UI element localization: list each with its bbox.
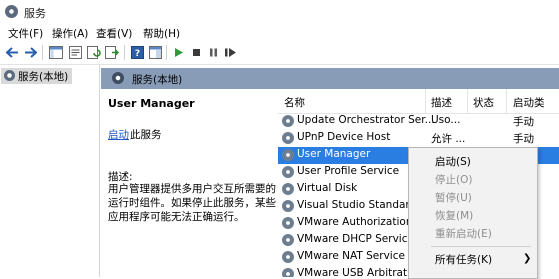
pane-title: 服务(本地) <box>132 74 183 86</box>
context-menu-stop: 停止(O) <box>435 174 473 186</box>
service-gear-icon <box>282 251 294 263</box>
service-name: Virtual Disk <box>297 182 358 194</box>
start-service-link[interactable]: 启动 <box>108 127 129 142</box>
service-gear-icon <box>282 183 294 195</box>
service-name: VMware DHCP Service <box>297 233 414 245</box>
service-name: User Manager <box>297 148 371 160</box>
tree-item-label: 服务(本地) <box>18 71 69 83</box>
column-name[interactable]: 名称 <box>284 95 305 110</box>
toolbar-divider <box>166 45 167 60</box>
context-menu-divider <box>431 246 531 247</box>
console-tree-icon[interactable] <box>48 45 63 60</box>
service-row[interactable]: Update Orchestrator Ser... Uso... 手动 <box>278 113 559 130</box>
service-name: VMware USB Arbitratio <box>297 267 417 277</box>
toolbar: ? <box>0 41 559 65</box>
window-title: 服务 <box>24 7 46 20</box>
refresh-icon[interactable] <box>86 45 101 60</box>
context-menu-pause: 暂停(U) <box>435 192 472 204</box>
service-row[interactable]: UPnP Device Host 允许 ... 手动 <box>278 130 559 147</box>
show-hide-icon[interactable] <box>148 45 163 60</box>
service-name: UPnP Device Host <box>297 131 391 143</box>
context-menu-restart: 重新启动(E) <box>435 228 492 240</box>
help-icon[interactable]: ? <box>130 45 145 60</box>
menu-file[interactable]: 文件(F) <box>8 26 43 41</box>
service-gear-icon <box>282 166 294 178</box>
services-gear-icon <box>5 5 18 18</box>
submenu-arrow-icon: ❯ <box>523 253 532 264</box>
service-description: Uso... <box>431 114 461 126</box>
column-divider[interactable] <box>425 89 426 113</box>
column-description[interactable]: 描述 <box>431 95 452 110</box>
console-tree: 服务(本地) <box>0 65 100 277</box>
service-description: 允许 ... <box>431 133 466 145</box>
context-menu: 启动(S) 停止(O) 暂停(U) 恢复(M) 重新启动(E) 所有任务(K) … <box>408 147 538 279</box>
service-gear-icon <box>282 200 294 212</box>
selected-service-name: User Manager <box>108 97 195 110</box>
service-gear-icon <box>282 217 294 229</box>
context-menu-start[interactable]: 启动(S) <box>435 154 471 169</box>
service-name: VMware NAT Service <box>297 250 405 262</box>
forward-icon[interactable] <box>23 45 38 60</box>
service-name: Update Orchestrator Ser... <box>297 114 435 126</box>
stop-icon[interactable] <box>189 45 204 60</box>
pane-header: 服务(本地) <box>101 68 559 89</box>
column-divider[interactable] <box>506 89 507 113</box>
pause-icon[interactable] <box>206 45 221 60</box>
toolbar-divider <box>42 45 43 60</box>
service-name: Visual Studio Standard <box>297 199 417 211</box>
title-bar: 服务 <box>0 0 559 24</box>
start-service-suffix: 此服务 <box>130 129 162 141</box>
play-icon[interactable] <box>171 45 186 60</box>
properties-icon[interactable] <box>68 45 83 60</box>
svg-text:?: ? <box>135 49 140 59</box>
services-gear-icon <box>112 72 124 84</box>
service-gear-icon <box>282 115 294 127</box>
service-gear-icon <box>282 234 294 246</box>
column-header-row: 名称 描述 状态 启动类 <box>278 89 559 114</box>
restart-icon[interactable] <box>223 45 238 60</box>
menu-action[interactable]: 操作(A) <box>52 26 88 41</box>
service-gear-icon <box>282 268 294 277</box>
column-startup-type[interactable]: 启动类 <box>513 95 545 110</box>
services-gear-icon <box>4 70 15 81</box>
context-menu-resume: 恢复(M) <box>435 210 474 222</box>
column-status[interactable]: 状态 <box>473 95 494 110</box>
export-icon[interactable] <box>104 45 119 60</box>
menu-help[interactable]: 帮助(H) <box>143 26 180 41</box>
service-gear-icon <box>282 132 294 144</box>
service-description-pane: User Manager 启动 此服务 描述: 用户管理器提供多用户交互所需要的… <box>101 89 278 277</box>
context-menu-all-tasks[interactable]: 所有任务(K) <box>435 252 492 267</box>
description-text: 用户管理器提供多用户交互所需要的运行时组件。如果停止此服务，某些应用程序可能无法… <box>108 183 276 223</box>
service-name: VMware Authorization <box>297 216 413 228</box>
service-startup-type: 手动 <box>513 116 534 128</box>
tree-item-services-local[interactable]: 服务(本地) <box>1 68 72 84</box>
service-startup-type: 手动 <box>513 133 534 145</box>
service-gear-icon <box>282 149 294 161</box>
toolbar-divider <box>124 45 125 60</box>
back-icon[interactable] <box>5 45 20 60</box>
menu-bar: 文件(F) 操作(A) 查看(V) 帮助(H) <box>0 24 559 41</box>
menu-view[interactable]: 查看(V) <box>96 26 132 41</box>
service-name: User Profile Service <box>297 165 400 177</box>
column-divider[interactable] <box>467 89 468 113</box>
